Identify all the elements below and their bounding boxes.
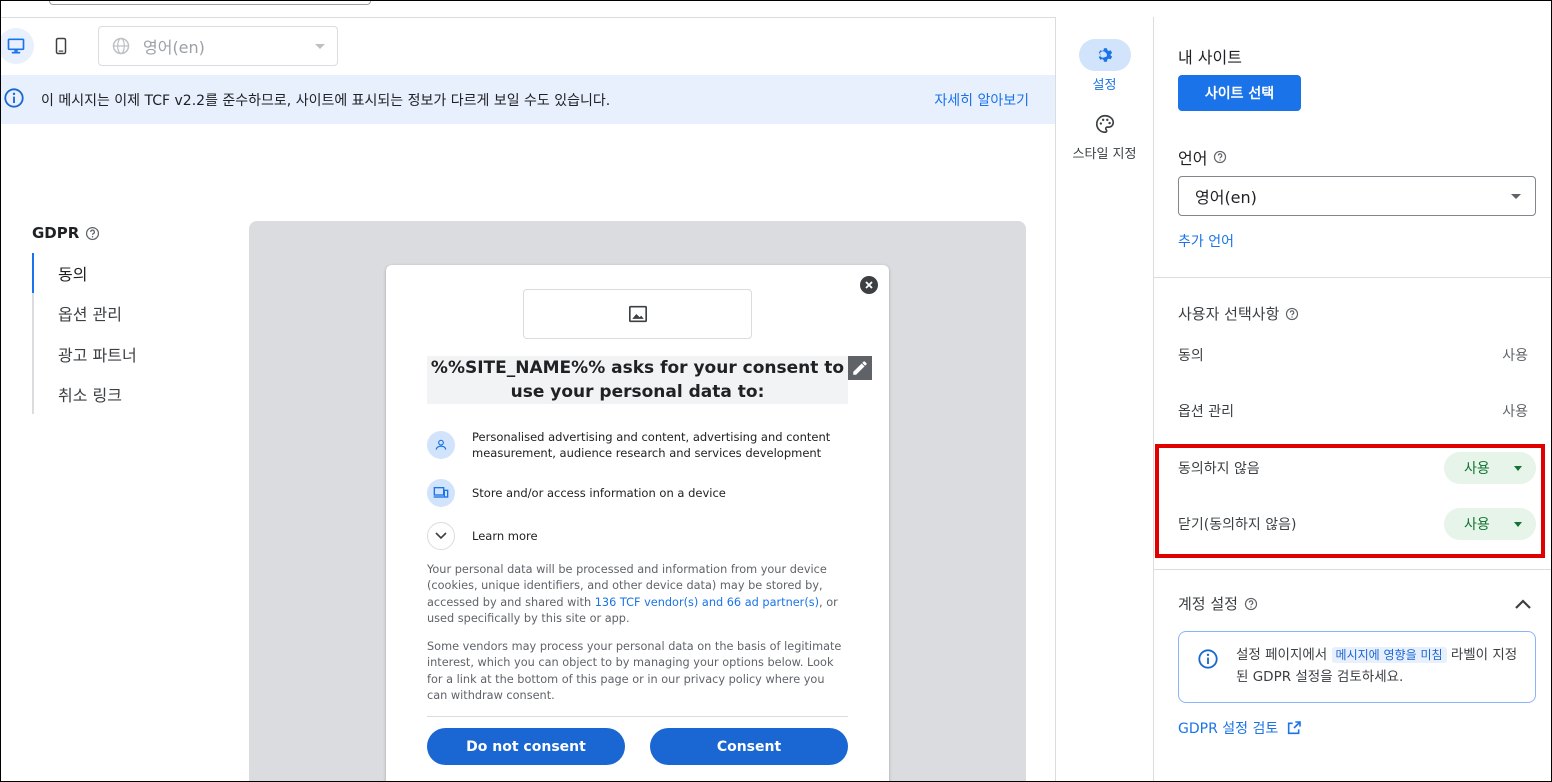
- my-sites-label: 내 사이트: [1178, 48, 1242, 67]
- site-logo-placeholder[interactable]: [523, 289, 752, 339]
- preview-language-value: 영어(en): [143, 38, 205, 57]
- pencil-icon: [853, 361, 867, 375]
- nav-item-label: 취소 링크: [58, 386, 122, 405]
- learn-more-label: Learn more: [472, 529, 538, 543]
- select-site-button[interactable]: 사이트 선택: [1178, 75, 1301, 111]
- choice-label: 옵션 관리: [1178, 404, 1234, 420]
- account-settings-title: 계정 설정: [1178, 593, 1258, 614]
- rail-item-styling[interactable]: 스타일 지정: [1056, 108, 1153, 162]
- rail-divider-right: [1153, 17, 1154, 781]
- preview-language-select[interactable]: 영어(en): [98, 26, 338, 66]
- choice-label: 동의: [1178, 348, 1204, 364]
- user-choices-title: 사용자 선택사항: [1178, 303, 1299, 324]
- chevron-down-icon: [427, 522, 455, 550]
- mobile-view-button[interactable]: [43, 28, 79, 64]
- purpose-text: Store and/or access information on a dev…: [472, 486, 726, 500]
- edit-headline-button[interactable]: [848, 356, 872, 380]
- devices-icon: [427, 479, 455, 507]
- vendors-link[interactable]: 136 TCF vendor(s) and 66 ad partner(s): [595, 596, 819, 609]
- nav-item-label: 옵션 관리: [58, 305, 122, 324]
- purpose-store-access: Store and/or access information on a dev…: [427, 479, 726, 507]
- purpose-personalised-ads: Personalised advertising and content, ad…: [427, 429, 889, 461]
- app-window: 영어(en) 이 메시지는 이제 TCF v2.2를 준수하므로, 사이트에 표…: [0, 0, 1552, 782]
- person-icon: [427, 431, 455, 459]
- close-button[interactable]: [860, 276, 878, 294]
- nav-item-label: 광고 파트너: [58, 346, 137, 365]
- banner-learn-more-link[interactable]: 자세히 알아보기: [934, 90, 1029, 110]
- open-in-new-icon: [1288, 721, 1302, 735]
- account-settings-header[interactable]: 계정 설정: [1178, 593, 1536, 614]
- section-divider: [1154, 277, 1551, 278]
- info-banner: 이 메시지는 이제 TCF v2.2를 준수하므로, 사이트에 표시되는 정보가…: [1, 75, 1055, 124]
- user-choices-label: 사용자 선택사항: [1178, 305, 1280, 323]
- nav-item-label: 동의: [58, 265, 88, 284]
- globe-icon: [112, 37, 130, 55]
- additional-languages-link[interactable]: 추가 언어: [1178, 231, 1234, 251]
- phone-icon: [55, 37, 67, 55]
- desktop-icon: [7, 38, 25, 54]
- consent-paragraph-1: Your personal data will be processed and…: [427, 562, 848, 628]
- choice-row-consent: 동의 사용: [1178, 343, 1536, 367]
- my-sites-title: 내 사이트: [1178, 44, 1242, 68]
- rail-label: 스타일 지정: [1072, 147, 1137, 162]
- dialog-headline: %%SITE_NAME%% asks for your consent to u…: [427, 356, 848, 404]
- close-icon: [865, 281, 873, 289]
- choice-row-manage-options: 옵션 관리 사용: [1178, 399, 1536, 423]
- consent-button[interactable]: Consent: [650, 728, 848, 765]
- nav-item-manage-options[interactable]: 옵션 관리: [32, 293, 212, 333]
- notice-text-start: 설정 페이지에서: [1236, 647, 1332, 663]
- language-title: 언어: [1178, 145, 1227, 169]
- gdpr-section-title: GDPR: [32, 224, 100, 242]
- do-not-consent-button[interactable]: Do not consent: [427, 728, 625, 765]
- help-icon[interactable]: [1285, 307, 1299, 321]
- palette-icon: [1079, 108, 1131, 140]
- info-icon: [3, 87, 25, 113]
- language-select-value: 영어(en): [1195, 188, 1257, 207]
- top-field-stub: [49, 1, 371, 5]
- nav-item-ad-partners[interactable]: 광고 파트너: [32, 334, 212, 374]
- language-label: 언어: [1178, 149, 1208, 168]
- help-icon[interactable]: [1244, 597, 1258, 611]
- learn-more-toggle[interactable]: Learn more: [427, 522, 538, 550]
- consent-dialog: %%SITE_NAME%% asks for your consent to u…: [386, 265, 889, 781]
- chevron-down-icon: [315, 44, 325, 49]
- rail-label: 설정: [1092, 78, 1117, 93]
- highlight-annotation-box: [1155, 444, 1545, 558]
- toolbar-divider: [1, 17, 1055, 18]
- help-icon[interactable]: [85, 226, 100, 241]
- nav-item-consent[interactable]: 동의: [32, 253, 212, 293]
- consent-paragraph-2: Some vendors may process your personal d…: [427, 640, 842, 703]
- notice-text: 설정 페이지에서 메시지에 영향을 미침 라벨이 지정된 GDPR 설정을 검토…: [1236, 644, 1526, 688]
- review-link-label: GDPR 설정 검토: [1178, 721, 1279, 737]
- banner-message: 이 메시지는 이제 TCF v2.2를 준수하므로, 사이트에 표시되는 정보가…: [41, 92, 611, 109]
- section-divider: [1154, 569, 1551, 570]
- purpose-text: Personalised advertising and content, ad…: [472, 430, 831, 460]
- language-select[interactable]: 영어(en): [1178, 176, 1536, 216]
- image-icon: [628, 305, 647, 323]
- desktop-view-button[interactable]: [1, 28, 34, 64]
- dialog-divider: [427, 716, 848, 717]
- gear-icon: [1078, 39, 1131, 71]
- choice-value: 사용: [1502, 348, 1528, 364]
- chevron-down-icon: [1511, 194, 1521, 199]
- choice-value: 사용: [1502, 404, 1528, 420]
- nav-item-revocation-link[interactable]: 취소 링크: [32, 374, 212, 414]
- gdpr-title-text: GDPR: [32, 224, 80, 242]
- affects-message-tag: 메시지에 영향을 미침: [1331, 647, 1447, 663]
- info-icon: [1197, 648, 1219, 674]
- help-icon[interactable]: [1213, 150, 1227, 164]
- gdpr-settings-notice: 설정 페이지에서 메시지에 영향을 미침 라벨이 지정된 GDPR 설정을 검토…: [1178, 631, 1536, 703]
- chevron-up-icon[interactable]: [1514, 598, 1532, 610]
- account-settings-label: 계정 설정: [1178, 595, 1238, 613]
- rail-item-settings[interactable]: 설정: [1056, 39, 1153, 93]
- review-gdpr-settings-link[interactable]: GDPR 설정 검토: [1178, 718, 1302, 738]
